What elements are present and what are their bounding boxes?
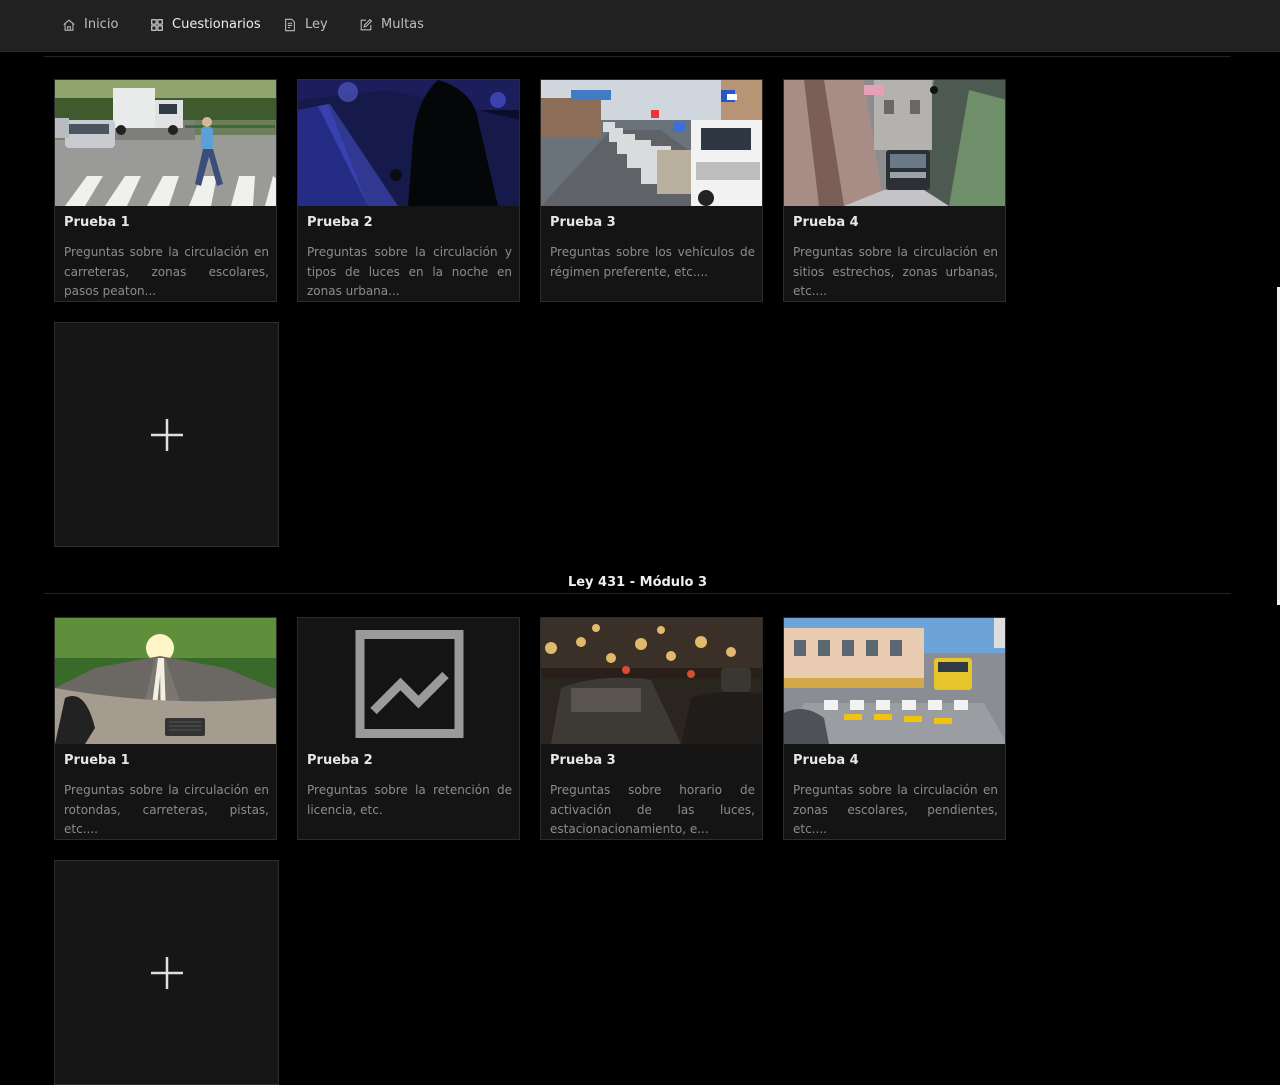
card-image-school-zone: [784, 618, 1005, 744]
card-description: Preguntas sobre la circulación en sitios…: [793, 245, 998, 298]
card-title: Prueba 1: [64, 753, 130, 768]
card-title: Prueba 1: [64, 215, 130, 230]
card-image-night-street: [298, 80, 519, 206]
card-description: Preguntas sobre la retención de licencia…: [307, 783, 512, 817]
card-image-night-traffic: [541, 618, 762, 744]
quiz-card[interactable]: Prueba 1 Preguntas sobre la circulación …: [54, 79, 277, 302]
card-title: Prueba 2: [307, 215, 373, 230]
nav-ley-label: Ley: [305, 17, 328, 32]
card-description: Preguntas sobre los vehículos de régimen…: [550, 245, 755, 279]
card-description: Preguntas sobre la circulación en rotond…: [64, 783, 269, 836]
home-icon: [63, 19, 75, 31]
nav-multas[interactable]: Multas: [359, 0, 424, 49]
top-navigation-bar: Inicio Cuestionarios Ley Multas: [0, 0, 1280, 52]
card-title: Prueba 2: [307, 753, 373, 768]
nav-multas-label: Multas: [381, 17, 424, 32]
quiz-card[interactable]: Prueba 2 Preguntas sobre la circulación …: [297, 79, 520, 302]
quiz-card[interactable]: Prueba 3 Preguntas sobre horario de acti…: [540, 617, 763, 840]
card-image-crosswalk: [55, 80, 276, 206]
card-title: Prueba 3: [550, 215, 616, 230]
quiz-card[interactable]: Prueba 4 Preguntas sobre la circulación …: [783, 79, 1006, 302]
card-title: Prueba 4: [793, 753, 859, 768]
card-title: Prueba 3: [550, 753, 616, 768]
card-image-road-dashboard: [55, 618, 276, 744]
add-quiz-button[interactable]: [54, 322, 279, 547]
add-quiz-button[interactable]: [54, 860, 279, 1085]
nav-cuestionarios[interactable]: Cuestionarios: [150, 0, 261, 49]
card-image-narrow-street: [784, 80, 1005, 206]
card-title: Prueba 4: [793, 215, 859, 230]
broken-image-icon: [355, 630, 464, 738]
document-icon: [285, 18, 295, 31]
card-image-convoy: [541, 80, 762, 206]
card-description: Preguntas sobre horario de activación de…: [550, 783, 755, 836]
card-description: Preguntas sobre la circulación y tipos d…: [307, 245, 512, 298]
nav-inicio-label: Inicio: [84, 17, 119, 32]
plus-icon: [150, 956, 183, 989]
quiz-card[interactable]: quiz Prueba 2 Preguntas sobre la retenci…: [297, 617, 520, 840]
grid-icon: [151, 18, 163, 31]
quiz-card[interactable]: Prueba 4 Preguntas sobre la circulación …: [783, 617, 1006, 840]
quiz-card[interactable]: Prueba 1 Preguntas sobre la circulación …: [54, 617, 277, 840]
nav-ley[interactable]: Ley: [283, 0, 328, 49]
nav-cuestionarios-label: Cuestionarios: [172, 17, 261, 32]
card-image-broken: quiz: [298, 618, 519, 744]
plus-icon: [150, 418, 183, 451]
nav-inicio[interactable]: Inicio: [62, 0, 118, 49]
quiz-card[interactable]: Prueba 3 Preguntas sobre los vehículos d…: [540, 79, 763, 302]
section-divider: [44, 593, 1231, 594]
edit-icon: [360, 18, 373, 30]
section-title: Ley 431 - Módulo 3: [560, 574, 715, 592]
section-divider: [44, 56, 1231, 57]
card-description: Preguntas sobre la circulación en carret…: [64, 245, 269, 298]
card-description: Preguntas sobre la circulación en zonas …: [793, 783, 998, 836]
